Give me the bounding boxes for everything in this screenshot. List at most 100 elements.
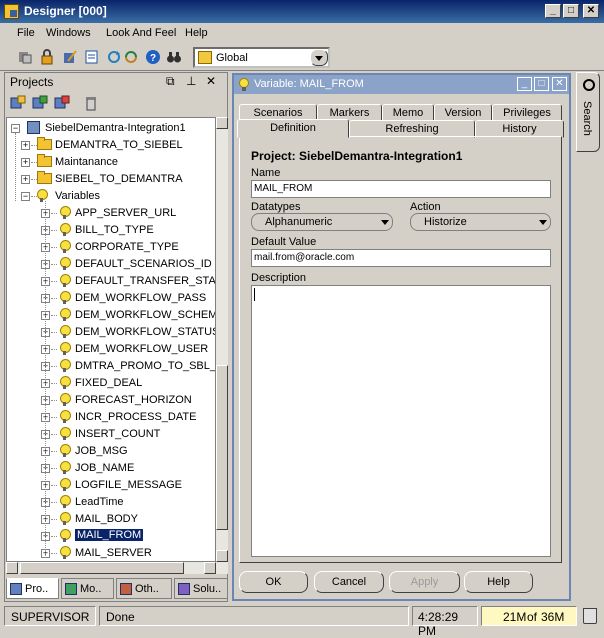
- tab-solutions[interactable]: Solu..: [174, 578, 228, 599]
- variable-bulb-icon: [60, 325, 71, 338]
- memory-used: 21M: [503, 610, 527, 624]
- action-select[interactable]: Historize: [410, 213, 551, 231]
- garbage-collect-icon[interactable]: [583, 608, 597, 624]
- tab-others[interactable]: Oth..: [116, 578, 172, 599]
- scroll-up-icon[interactable]: [216, 117, 228, 129]
- datatype-select[interactable]: Alphanumeric: [251, 213, 393, 231]
- collapse-icon[interactable]: −: [11, 124, 20, 133]
- cancel-button[interactable]: Cancel: [314, 571, 384, 593]
- menu-file[interactable]: File: [17, 27, 35, 39]
- delete-icon[interactable]: [83, 95, 99, 111]
- tree-connector: [51, 536, 57, 537]
- tree-item-variable[interactable]: + JOB_NAME: [7, 460, 215, 477]
- minimize-variable-button[interactable]: _: [517, 77, 532, 91]
- tree-item-project[interactable]: − SiebelDemantra-Integration1: [7, 120, 215, 137]
- scroll-thumb[interactable]: [216, 365, 228, 530]
- ok-button[interactable]: OK: [239, 571, 308, 593]
- scroll-left-icon[interactable]: [6, 562, 18, 574]
- tab-scenarios-label: Scenarios: [253, 107, 303, 119]
- tree-connector: [51, 502, 57, 503]
- maximize-button[interactable]: □: [563, 4, 579, 18]
- context-select[interactable]: Global: [193, 47, 330, 68]
- variable-bulb-icon: [60, 308, 71, 321]
- scroll-right-icon[interactable]: [204, 562, 216, 574]
- minimize-button[interactable]: _: [545, 4, 561, 18]
- tree-item-variable[interactable]: + MAIL_FROM: [7, 528, 215, 545]
- close-panel-icon[interactable]: ✕: [206, 74, 216, 88]
- name-field[interactable]: MAIL_FROM: [251, 180, 551, 198]
- lock-icon[interactable]: [39, 49, 55, 65]
- help-icon[interactable]: ?: [145, 49, 161, 65]
- variable-bulb-icon: [60, 206, 71, 219]
- tab-projects[interactable]: Pro..: [6, 578, 59, 599]
- tree-item-folder[interactable]: + SIEBEL_TO_DEMANTRA: [7, 171, 215, 188]
- expand-icon[interactable]: +: [21, 158, 30, 167]
- folder-icon: [37, 137, 52, 150]
- tree-item-variable[interactable]: + MAIL_SERVER: [7, 545, 215, 561]
- sync-icon[interactable]: [123, 49, 139, 65]
- description-textarea[interactable]: [251, 285, 551, 557]
- expand-icon[interactable]: +: [21, 175, 30, 184]
- refresh-icon[interactable]: [106, 49, 122, 65]
- chevron-down-icon[interactable]: [310, 49, 328, 66]
- close-variable-button[interactable]: ✕: [552, 77, 567, 91]
- tab-definition[interactable]: Definition: [237, 119, 349, 138]
- tree-item-variable[interactable]: + FORECAST_HORIZON: [7, 392, 215, 409]
- tab-models[interactable]: Mo..: [61, 578, 114, 599]
- apply-button-label: Apply: [410, 576, 439, 588]
- tree-item-label: JOB_MSG: [75, 445, 128, 457]
- tree-item-variable[interactable]: + INCR_PROCESS_DATE: [7, 409, 215, 426]
- memory-indicator[interactable]: 21M of 36M: [481, 606, 577, 626]
- tree-horizontal-scrollbar[interactable]: [6, 562, 228, 574]
- pin-icon[interactable]: ⊥: [186, 74, 196, 88]
- project-tree[interactable]: − SiebelDemantra-Integration1 + DEMANTRA_TO…: [6, 117, 216, 562]
- tree-item-variable[interactable]: + LOGFILE_MESSAGE: [7, 477, 215, 494]
- apply-button[interactable]: Apply: [389, 571, 460, 593]
- tree-vertical-scrollbar[interactable]: [216, 117, 228, 562]
- tree-item-variable[interactable]: + MAIL_BODY: [7, 511, 215, 528]
- menu-look-and-feel[interactable]: Look And Feel: [106, 27, 176, 39]
- tree-item-variable[interactable]: + APP_SERVER_URL: [7, 205, 215, 222]
- insert-folder-icon[interactable]: [32, 95, 48, 111]
- help-button[interactable]: Help: [464, 571, 533, 593]
- report-icon[interactable]: [84, 49, 100, 65]
- close-button[interactable]: ✕: [583, 4, 599, 18]
- tree-item-variable[interactable]: + CORPORATE_TYPE: [7, 239, 215, 256]
- tree-item-variable[interactable]: + DMTRA_PROMO_TO_SBL_ST: [7, 358, 215, 375]
- projects-toolbar: [6, 91, 226, 117]
- insert-variable-icon[interactable]: [54, 95, 70, 111]
- tree-item-variable[interactable]: + FIXED_DEAL: [7, 375, 215, 392]
- tree-item-folder[interactable]: − Variables: [7, 188, 215, 205]
- tree-connector: [51, 349, 57, 350]
- edit-icon[interactable]: [62, 49, 78, 65]
- tree-item-variable[interactable]: + DEM_WORKFLOW_USER: [7, 341, 215, 358]
- tree-item-folder[interactable]: + Maintanance: [7, 154, 215, 171]
- tree-item-label: LOGFILE_MESSAGE: [75, 479, 182, 491]
- chevron-down-icon: [381, 220, 389, 225]
- maximize-variable-button[interactable]: □: [534, 77, 549, 91]
- tree-item-variable[interactable]: + INSERT_COUNT: [7, 426, 215, 443]
- title-bar: Designer [000] _ □ ✕: [0, 0, 604, 23]
- restore-panel-icon[interactable]: ⧉: [166, 74, 175, 89]
- expand-icon[interactable]: +: [21, 141, 30, 150]
- default-value-field[interactable]: mail.from@oracle.com: [251, 249, 551, 267]
- search-side-tab[interactable]: Search: [576, 72, 600, 152]
- tree-item-variable[interactable]: + DEFAULT_SCENARIOS_ID: [7, 256, 215, 273]
- menu-help[interactable]: Help: [185, 27, 208, 39]
- scroll-thumb-horizontal[interactable]: [20, 562, 184, 574]
- tree-item-variable[interactable]: + JOB_MSG: [7, 443, 215, 460]
- tree-item-variable[interactable]: + DEFAULT_TRANSFER_STAT: [7, 273, 215, 290]
- tree-item-variable[interactable]: + LeadTime: [7, 494, 215, 511]
- connect-icon[interactable]: [17, 49, 33, 65]
- scroll-down-icon[interactable]: [216, 550, 228, 562]
- insert-project-icon[interactable]: [10, 95, 26, 111]
- tree-item-variable[interactable]: + DEM_WORKFLOW_STATUS: [7, 324, 215, 341]
- menu-windows[interactable]: Windows: [46, 27, 91, 39]
- tree-item-variable[interactable]: + DEM_WORKFLOW_PASS: [7, 290, 215, 307]
- tree-item-variable[interactable]: + BILL_TO_TYPE: [7, 222, 215, 239]
- collapse-icon[interactable]: −: [21, 192, 30, 201]
- tree-item-variable[interactable]: + DEM_WORKFLOW_SCHEMA: [7, 307, 215, 324]
- tree-item-folder[interactable]: + DEMANTRA_TO_SIEBEL: [7, 137, 215, 154]
- search-binoculars-icon[interactable]: [166, 49, 182, 65]
- projects-panel-header: Projects ⧉ ⊥ ✕: [6, 74, 226, 90]
